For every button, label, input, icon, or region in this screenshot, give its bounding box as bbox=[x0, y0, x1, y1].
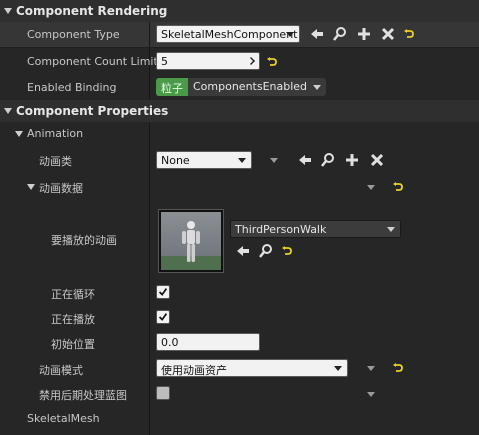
looping-label: 正在循环 bbox=[51, 288, 95, 301]
component-type-combo[interactable]: SkeletalMeshComponent bbox=[156, 25, 300, 43]
anim-mode-combo[interactable]: 使用动画资产 bbox=[156, 359, 348, 377]
drag-handle-icon bbox=[247, 57, 255, 65]
anim-class-label: 动画类 bbox=[39, 155, 72, 168]
row-component-type: Component Type SkeletalMeshComponent bbox=[0, 22, 479, 47]
row-anim-data[interactable]: 动画数据 bbox=[0, 173, 479, 200]
binding-namespace-tag: 粒子 bbox=[156, 78, 188, 96]
category-component-properties[interactable]: Component Properties bbox=[0, 100, 479, 122]
reset-to-default-icon[interactable] bbox=[393, 363, 403, 373]
disable-post-checkbox[interactable] bbox=[156, 386, 170, 400]
chevron-down-icon[interactable] bbox=[367, 366, 375, 371]
row-disable-post-process: 禁用后期处理蓝图 bbox=[0, 381, 479, 406]
clear-x-icon[interactable] bbox=[380, 26, 396, 42]
row-animation-group[interactable]: Animation bbox=[0, 122, 479, 146]
row-looping: 正在循环 bbox=[0, 280, 479, 305]
add-plus-icon[interactable] bbox=[356, 26, 372, 42]
anim-mode-label: 动画模式 bbox=[39, 364, 83, 377]
anim-to-play-label: 要播放的动画 bbox=[51, 234, 117, 247]
browse-search-icon[interactable] bbox=[258, 243, 274, 259]
chevron-down-icon bbox=[387, 227, 395, 232]
skeletal-mesh-label: SkeletalMesh bbox=[27, 412, 100, 425]
row-enabled-binding: Enabled Binding 粒子 ComponentsEnabled bbox=[0, 74, 479, 100]
row-anim-to-play: 要播放的动画 bbox=[0, 200, 479, 280]
count-limit-input[interactable]: 5 bbox=[156, 52, 260, 70]
row-anim-mode: 动画模式 使用动画资产 bbox=[0, 355, 479, 381]
row-component-count-limit: Component Count Limit 5 bbox=[0, 48, 479, 74]
chevron-down-icon[interactable] bbox=[367, 185, 375, 190]
category-label: Component Properties bbox=[16, 104, 169, 118]
reset-to-default-icon[interactable] bbox=[404, 29, 414, 39]
chevron-down-icon[interactable] bbox=[367, 392, 375, 397]
details-panel: Component Rendering Component Type Skele… bbox=[0, 0, 479, 435]
anim-asset-thumbnail[interactable] bbox=[158, 209, 224, 273]
looping-checkbox[interactable] bbox=[156, 285, 170, 299]
add-plus-icon[interactable] bbox=[344, 152, 360, 168]
use-selected-arrow-icon[interactable] bbox=[235, 243, 251, 259]
use-selected-arrow-icon[interactable] bbox=[309, 26, 325, 42]
row-anim-class: 动画类 None bbox=[0, 146, 479, 173]
count-limit-label: Component Count Limit bbox=[27, 55, 158, 68]
chevron-down-icon bbox=[313, 85, 321, 90]
chevron-down-icon bbox=[334, 366, 342, 371]
anim-to-play-combo[interactable]: ThirdPersonWalk bbox=[230, 220, 401, 238]
browse-search-icon[interactable] bbox=[320, 152, 336, 168]
animation-group-label: Animation bbox=[27, 127, 84, 140]
enabled-binding-combo[interactable]: 粒子 ComponentsEnabled bbox=[156, 78, 326, 96]
expand-arrow-icon[interactable] bbox=[4, 8, 12, 14]
playing-label: 正在播放 bbox=[51, 313, 95, 326]
use-selected-arrow-icon[interactable] bbox=[297, 152, 313, 168]
anim-class-combo[interactable]: None bbox=[156, 151, 252, 169]
anim-data-label: 动画数据 bbox=[39, 182, 83, 195]
chevron-down-icon bbox=[238, 158, 246, 163]
mannequin-preview-icon bbox=[182, 221, 200, 262]
category-label: Component Rendering bbox=[16, 4, 168, 18]
row-playing: 正在播放 bbox=[0, 305, 479, 330]
row-initial-position: 初始位置 0.0 bbox=[0, 330, 479, 355]
initial-pos-label: 初始位置 bbox=[51, 338, 95, 351]
playing-checkbox[interactable] bbox=[156, 310, 170, 324]
expand-arrow-icon[interactable] bbox=[27, 184, 35, 190]
component-type-label: Component Type bbox=[27, 28, 120, 41]
expand-arrow-icon[interactable] bbox=[4, 108, 12, 114]
chevron-down-icon[interactable] bbox=[270, 158, 278, 163]
reset-to-default-icon[interactable] bbox=[393, 182, 403, 192]
chevron-down-icon bbox=[286, 32, 294, 37]
browse-search-icon[interactable] bbox=[332, 26, 348, 42]
expand-arrow-icon[interactable] bbox=[15, 131, 23, 137]
row-skeletal-mesh[interactable]: SkeletalMesh bbox=[0, 406, 479, 435]
reset-to-default-icon[interactable] bbox=[267, 57, 277, 67]
disable-post-label: 禁用后期处理蓝图 bbox=[39, 389, 127, 402]
category-component-rendering[interactable]: Component Rendering bbox=[0, 0, 479, 22]
clear-x-icon[interactable] bbox=[369, 152, 385, 168]
reset-to-default-icon[interactable] bbox=[282, 246, 292, 256]
enabled-binding-label: Enabled Binding bbox=[27, 81, 117, 94]
initial-pos-input[interactable]: 0.0 bbox=[156, 333, 260, 351]
